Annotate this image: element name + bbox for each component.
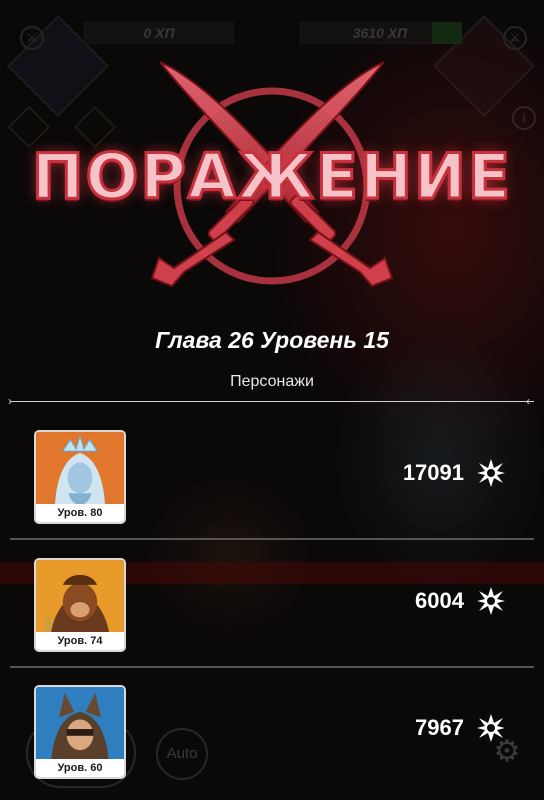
hero-avatar[interactable]: Уров. 80 [34,430,126,524]
row-divider [10,538,534,540]
hero-damage: 17091 [402,460,464,485]
hero-damage: 6004 [415,588,464,613]
hero-row: Уров. 74 6004 [0,558,544,668]
row-divider [10,666,534,668]
hero-damage: 7967 [415,715,464,740]
hero-avatar[interactable]: Уров. 60 [34,685,126,779]
hero-level: Уров. 60 [36,759,124,777]
defeat-title: ПОРАЖЕНИЕ [30,139,513,215]
damage-burst-icon [477,587,505,615]
damage-burst-icon [477,714,505,742]
hero-level: Уров. 80 [36,504,124,522]
chevron-right-icon: › [8,394,12,408]
hero-level: Уров. 74 [36,632,124,650]
section-divider: › ‹ [8,395,534,407]
characters-section-label: Персонажи [230,373,314,390]
damage-burst-icon [477,459,505,487]
chapter-level-label: Глава 26 Уровень 15 [155,327,389,353]
hero-row: Уров. 80 17091 [0,430,544,540]
hero-row: Уров. 60 7967 [0,685,544,795]
chevron-left-icon: ‹ [526,394,530,408]
hero-avatar[interactable]: Уров. 74 [34,558,126,652]
